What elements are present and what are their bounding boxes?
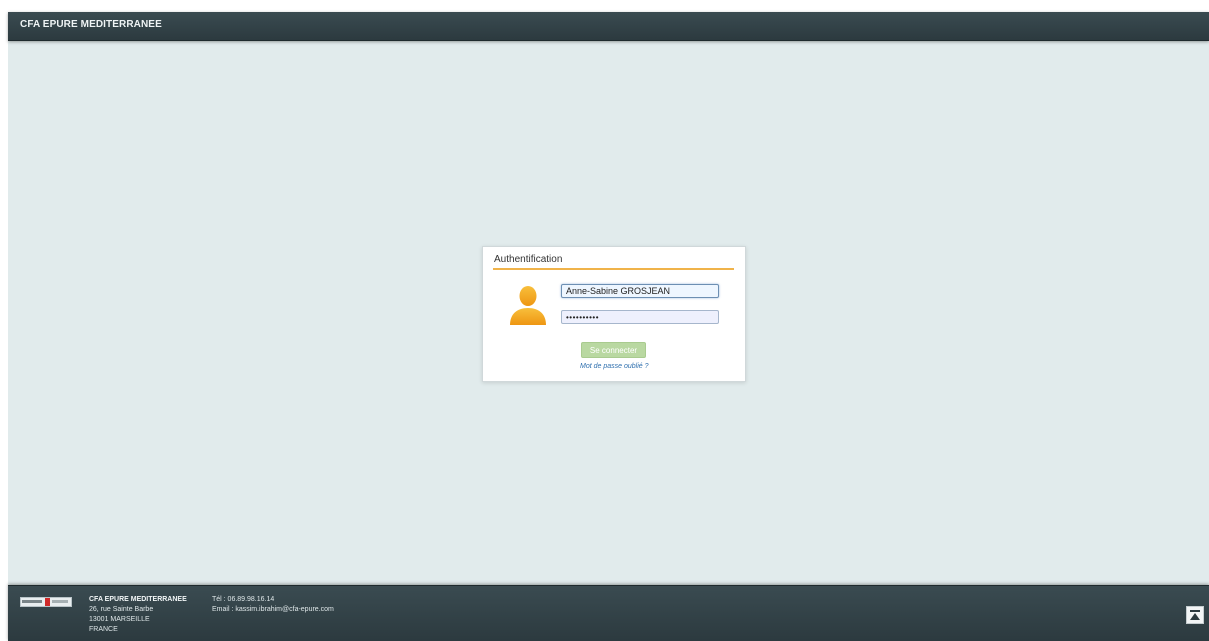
username-input[interactable] xyxy=(561,284,719,298)
app-title: CFA EPURE MEDITERRANEE xyxy=(20,19,162,30)
footer-phone: Tél : 06.89.98.16.14 xyxy=(212,596,275,603)
login-panel: Authentification Se connecter Mot de pas… xyxy=(482,246,746,382)
title-underline xyxy=(493,268,734,270)
password-input[interactable] xyxy=(561,310,719,324)
user-icon xyxy=(510,286,546,325)
footer-org-name: CFA EPURE MEDITERRANEE xyxy=(89,596,187,603)
top-bar: CFA EPURE MEDITERRANEE xyxy=(8,12,1209,41)
arrow-up-to-top-icon xyxy=(1190,610,1200,620)
footer-email: Email : kassim.ibrahim@cfa-epure.com xyxy=(212,606,334,613)
footer-address: CFA EPURE MEDITERRANEE 26, rue Sainte Ba… xyxy=(89,595,187,635)
page: CFA EPURE MEDITERRANEE Authentification … xyxy=(8,12,1209,641)
partner-logo xyxy=(20,597,72,607)
footer-contact: Tél : 06.89.98.16.14 Email : kassim.ibra… xyxy=(212,595,334,615)
scroll-to-top-button[interactable] xyxy=(1186,606,1204,624)
login-button[interactable]: Se connecter xyxy=(581,342,646,358)
footer: CFA EPURE MEDITERRANEE 26, rue Sainte Ba… xyxy=(8,585,1209,641)
login-title: Authentification xyxy=(494,254,563,265)
footer-address-line2: 13001 MARSEILLE xyxy=(89,616,150,623)
forgot-password-link[interactable]: Mot de passe oublié ? xyxy=(580,363,649,370)
footer-address-line1: 26, rue Sainte Barbe xyxy=(89,606,154,613)
footer-country: FRANCE xyxy=(89,626,118,633)
